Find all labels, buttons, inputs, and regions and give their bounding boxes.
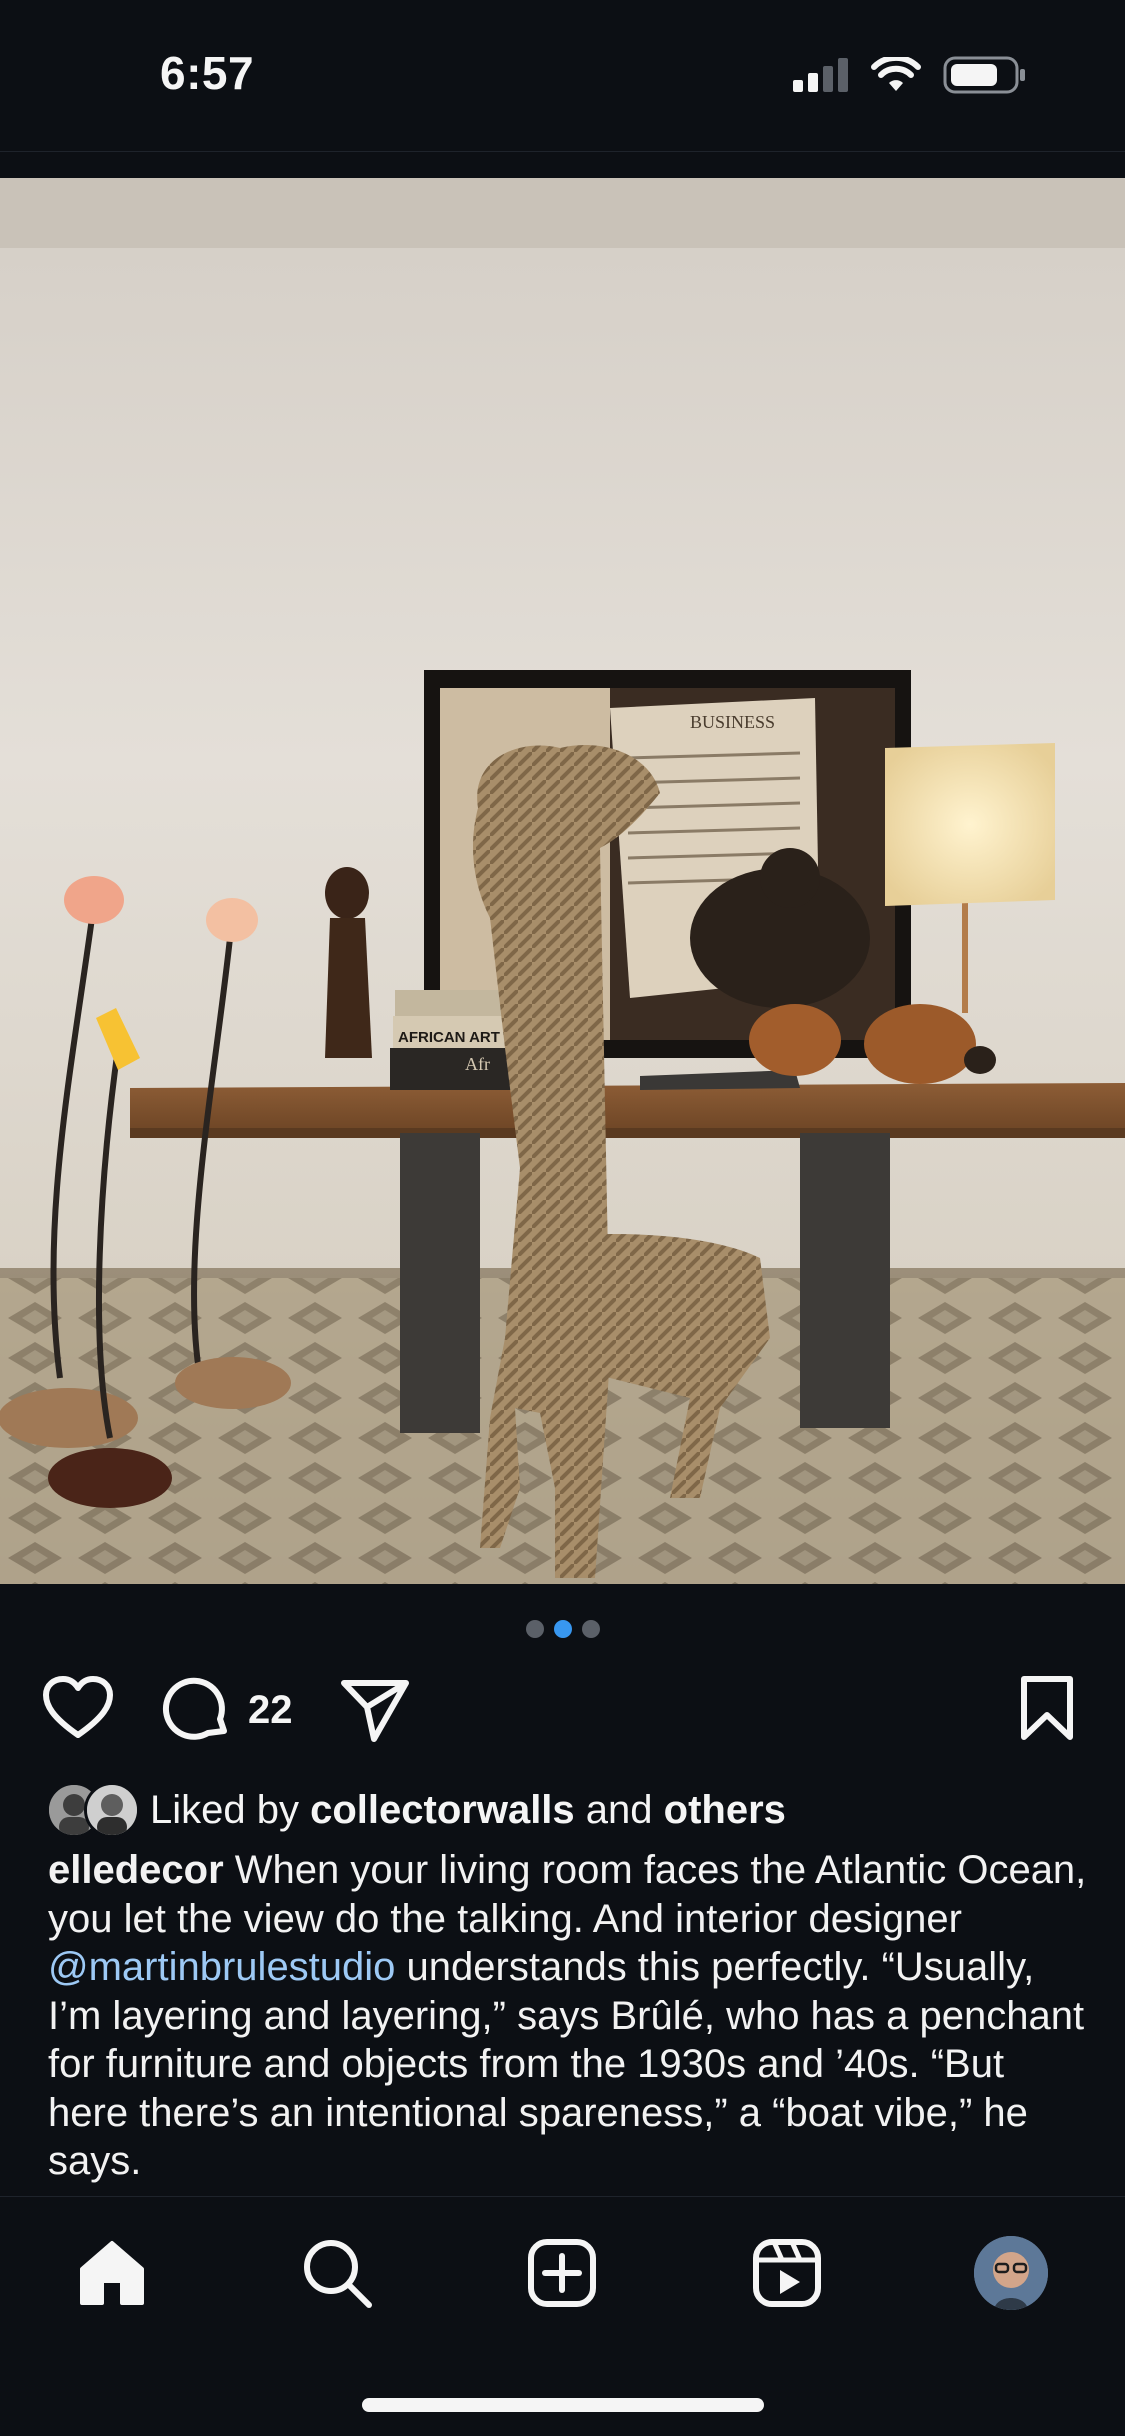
bookmark-icon (1021, 1676, 1073, 1740)
reels-icon (753, 2239, 821, 2307)
tab-home[interactable] (72, 2233, 152, 2313)
liker-avatars (46, 1782, 140, 1838)
newspaper-header: BUSINESS (690, 712, 775, 732)
home-icon (80, 2241, 144, 2305)
likes-summary[interactable]: Liked by collectorwalls and others (46, 1782, 786, 1838)
liker-username[interactable]: collectorwalls (310, 1788, 575, 1833)
post-actions: 22 (0, 1675, 1125, 1755)
likes-middle: and (574, 1787, 664, 1832)
comment-count: 22 (248, 1687, 293, 1732)
caption-mention[interactable]: @martinbrulestudio (48, 1945, 395, 1989)
book-spine-1: AFRICAN ART (398, 1029, 500, 1046)
create-icon (528, 2239, 596, 2307)
post-image[interactable]: BUSINESS AFRICAN ART Afr (0, 178, 1125, 1584)
comment-button[interactable]: 22 (162, 1675, 293, 1745)
send-icon (341, 1680, 409, 1742)
heart-icon (43, 1676, 113, 1738)
pager-dot (581, 1620, 600, 1638)
book-spine-2: Afr (465, 1054, 490, 1074)
profile-avatar (974, 2236, 1048, 2310)
tab-search[interactable] (297, 2233, 377, 2313)
likes-others[interactable]: others (664, 1788, 786, 1833)
tab-profile[interactable] (971, 2233, 1051, 2313)
like-button[interactable] (42, 1675, 114, 1741)
status-time: 6:57 (160, 47, 255, 99)
wifi-icon (871, 57, 921, 91)
post-caption: elledecor When your living room faces th… (48, 1846, 1088, 2186)
pager-dot (525, 1620, 544, 1638)
liker-avatar (84, 1782, 140, 1838)
save-button[interactable] (1018, 1675, 1076, 1741)
home-indicator (362, 2398, 764, 2412)
post-photo: BUSINESS AFRICAN ART Afr (0, 178, 1125, 1584)
share-button[interactable] (338, 1675, 412, 1745)
cellular-signal-icon (793, 58, 848, 92)
tab-create[interactable] (522, 2233, 602, 2313)
status-bar: 6:57 (0, 0, 1125, 152)
likes-prefix: Liked by (150, 1787, 311, 1832)
tab-reels[interactable] (747, 2233, 827, 2313)
comment-icon (162, 1677, 227, 1740)
battery-icon (943, 56, 1025, 94)
search-icon (304, 2240, 372, 2308)
caption-username[interactable]: elledecor (48, 1848, 224, 1892)
carousel-pager (0, 1620, 1125, 1638)
pager-dot-active (553, 1620, 572, 1638)
status-icons (793, 56, 1027, 94)
